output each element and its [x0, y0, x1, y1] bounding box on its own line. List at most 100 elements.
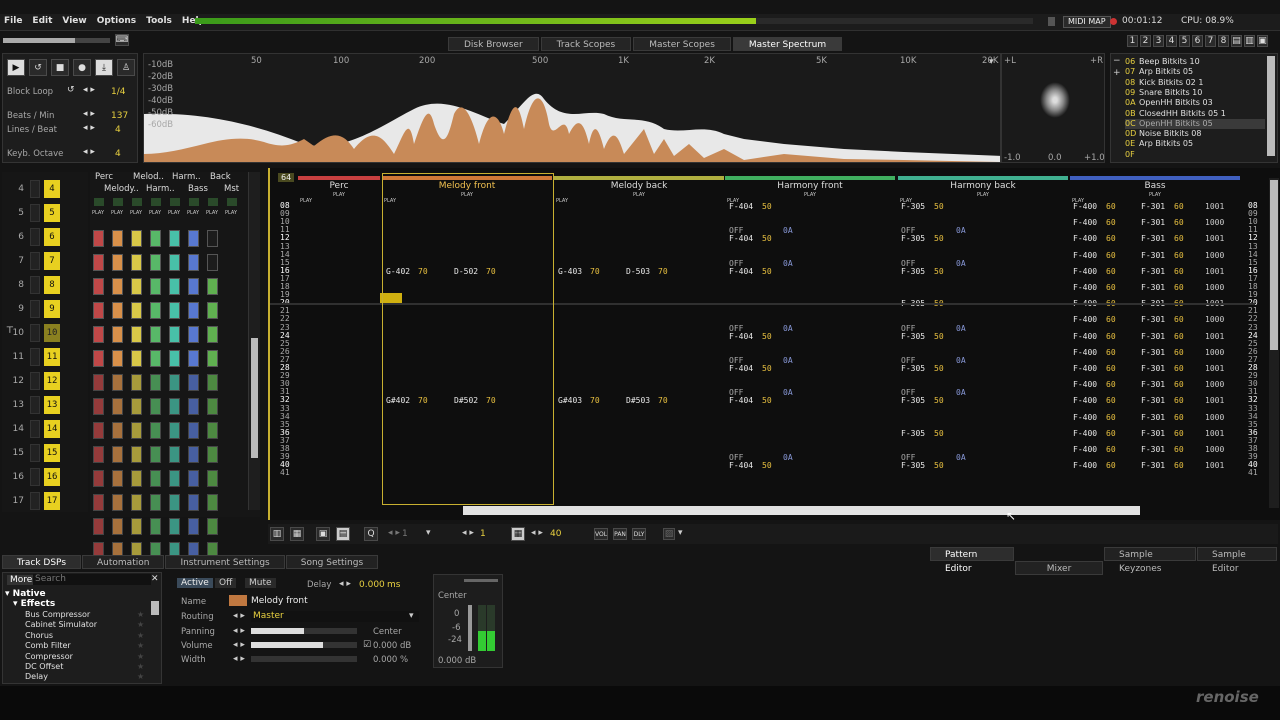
note-effect[interactable]: 0A [956, 324, 966, 333]
note-effect[interactable]: 0A [783, 259, 793, 268]
sequence-pattern-slot[interactable]: 12 [44, 372, 60, 390]
matrix-slot[interactable] [112, 302, 123, 319]
bpm-arrows[interactable]: ◂ ▸ [83, 109, 95, 119]
note-cell[interactable]: F-301 [1141, 364, 1165, 373]
note-cell[interactable]: F-400 [1073, 445, 1097, 454]
note-off[interactable]: OFF [901, 259, 915, 268]
quantize-arrows[interactable]: ◂ ▸ [388, 528, 400, 538]
track-name[interactable]: Harmony back [898, 180, 1068, 192]
note-cell[interactable]: F-301 [1141, 234, 1165, 243]
note-volume[interactable]: 60 [1106, 202, 1116, 211]
matrix-slot[interactable] [150, 518, 161, 535]
matrix-slot[interactable] [93, 254, 104, 271]
matrix-slot[interactable] [169, 230, 180, 247]
note-cell[interactable]: F-404 [729, 202, 753, 211]
sequence-pattern-slot[interactable]: 14 [44, 420, 60, 438]
note-cell[interactable]: F-400 [1073, 234, 1097, 243]
note-cell[interactable]: F-301 [1141, 413, 1165, 422]
matrix-slot[interactable] [150, 350, 161, 367]
instrument-item[interactable]: 09 Snare Bitkits 10 [1125, 88, 1265, 98]
note-effect[interactable]: 0A [783, 453, 793, 462]
sequence-slot-toggle[interactable] [30, 204, 40, 222]
note-volume[interactable]: 60 [1106, 429, 1116, 438]
note-cell[interactable]: F-305 [901, 267, 925, 276]
favorite-star-icon[interactable]: ★ [137, 652, 144, 661]
instrument-scrollbar[interactable] [1267, 56, 1275, 156]
note-cell[interactable]: G#403 [558, 396, 582, 405]
menu-options[interactable]: Options [97, 16, 136, 26]
tab-sample-editor[interactable]: Sample Editor [1197, 547, 1277, 574]
matrix-slot[interactable] [188, 398, 199, 415]
delay-value[interactable]: 0.000 [359, 580, 385, 590]
tab-song-settings[interactable]: Song Settings [285, 555, 379, 569]
note-cell[interactable]: G-403 [558, 267, 582, 276]
fx-dropdown-icon[interactable]: ▾ [678, 528, 683, 538]
follow-icon[interactable]: ⤓ [95, 59, 113, 76]
note-off[interactable]: OFF [901, 324, 915, 333]
pattern-h-scrollbar[interactable] [463, 506, 1140, 515]
note-cell[interactable]: F-400 [1073, 380, 1097, 389]
sequence-pattern-slot[interactable]: 7 [44, 252, 60, 270]
note-volume[interactable]: 60 [1174, 234, 1184, 243]
note-effect[interactable]: 1000 [1205, 315, 1224, 324]
note-effect[interactable]: 1000 [1205, 380, 1224, 389]
matrix-slot[interactable] [112, 422, 123, 439]
sequence-pattern-slot[interactable]: 10 [44, 324, 60, 342]
matrix-scrollbar[interactable] [248, 172, 260, 510]
note-cell[interactable]: F-400 [1073, 396, 1097, 405]
sequence-slot-toggle[interactable] [30, 228, 40, 246]
instrument-item[interactable]: 0C OpenHH Bitkits 05 [1125, 118, 1265, 129]
metronome-icon[interactable]: ♙ [117, 59, 135, 76]
note-cell[interactable]: F-404 [729, 461, 753, 470]
instrument-item[interactable]: 08 Kick Bitkits 02 1 [1125, 78, 1265, 88]
lines-arrows[interactable]: ◂ ▸ [531, 528, 543, 538]
screen-preset-8[interactable]: 8 [1218, 35, 1229, 47]
mini-volume-fader[interactable] [468, 605, 472, 651]
note-effect[interactable]: 1001 [1205, 267, 1224, 276]
note-cell[interactable]: F-301 [1141, 461, 1165, 470]
sequence-pattern-slot[interactable]: 16 [44, 468, 60, 486]
note-volume[interactable]: 60 [1106, 364, 1116, 373]
track-mute-button[interactable] [170, 198, 180, 206]
matrix-slot[interactable] [93, 302, 104, 319]
keyboard-icon[interactable]: ⌨ [115, 34, 129, 46]
matrix-slot[interactable] [131, 446, 142, 463]
screen-preset-2[interactable]: 2 [1140, 35, 1151, 47]
octave-arrows[interactable]: ◂ ▸ [83, 147, 95, 157]
note-off[interactable]: OFF [901, 453, 915, 462]
tab-automation[interactable]: Automation [82, 555, 165, 569]
note-effect[interactable]: 1001 [1205, 396, 1224, 405]
matrix-slot[interactable] [131, 230, 142, 247]
screen-preset-4[interactable]: 4 [1166, 35, 1177, 47]
matrix-slot[interactable] [112, 350, 123, 367]
note-off[interactable]: OFF [729, 388, 743, 397]
menu-tools[interactable]: Tools [146, 16, 172, 26]
note-off[interactable]: OFF [729, 453, 743, 462]
note-effect[interactable]: 1000 [1205, 413, 1224, 422]
tab-master-spectrum[interactable]: Master Spectrum [732, 37, 843, 51]
track-name[interactable]: Bass [1070, 180, 1240, 192]
sequence-pattern-slot[interactable]: 5 [44, 204, 60, 222]
matrix-slot[interactable] [188, 302, 199, 319]
loop-icon[interactable]: ↺ [29, 59, 47, 76]
matrix-slot[interactable] [93, 278, 104, 295]
width-slider[interactable] [251, 656, 357, 662]
matrix-slot[interactable] [150, 302, 161, 319]
pattern-shrink-icon[interactable]: ▣ [316, 527, 330, 541]
matrix-slot[interactable] [188, 470, 199, 487]
active-button[interactable]: Active [177, 578, 213, 588]
instrument-item[interactable]: 0B ClosedHH Bitkits 05 1 [1125, 109, 1265, 119]
instrument-item[interactable]: 07 Arp Bitkits 05 [1125, 67, 1265, 77]
sequence-insert-icon[interactable]: ⊤ [6, 326, 24, 340]
record-icon[interactable]: ● [73, 59, 91, 76]
fx-icon[interactable]: ▨ [663, 528, 675, 540]
lines-icon[interactable]: ▦ [511, 527, 525, 541]
matrix-slot[interactable] [150, 374, 161, 391]
note-volume[interactable]: 50 [934, 396, 944, 405]
matrix-slot[interactable] [93, 446, 104, 463]
matrix-slot[interactable] [131, 374, 142, 391]
note-effect[interactable]: 0A [956, 226, 966, 235]
note-volume[interactable]: 60 [1106, 380, 1116, 389]
sequence-slot-toggle[interactable] [30, 180, 40, 198]
sequence-pattern-slot[interactable]: 9 [44, 300, 60, 318]
